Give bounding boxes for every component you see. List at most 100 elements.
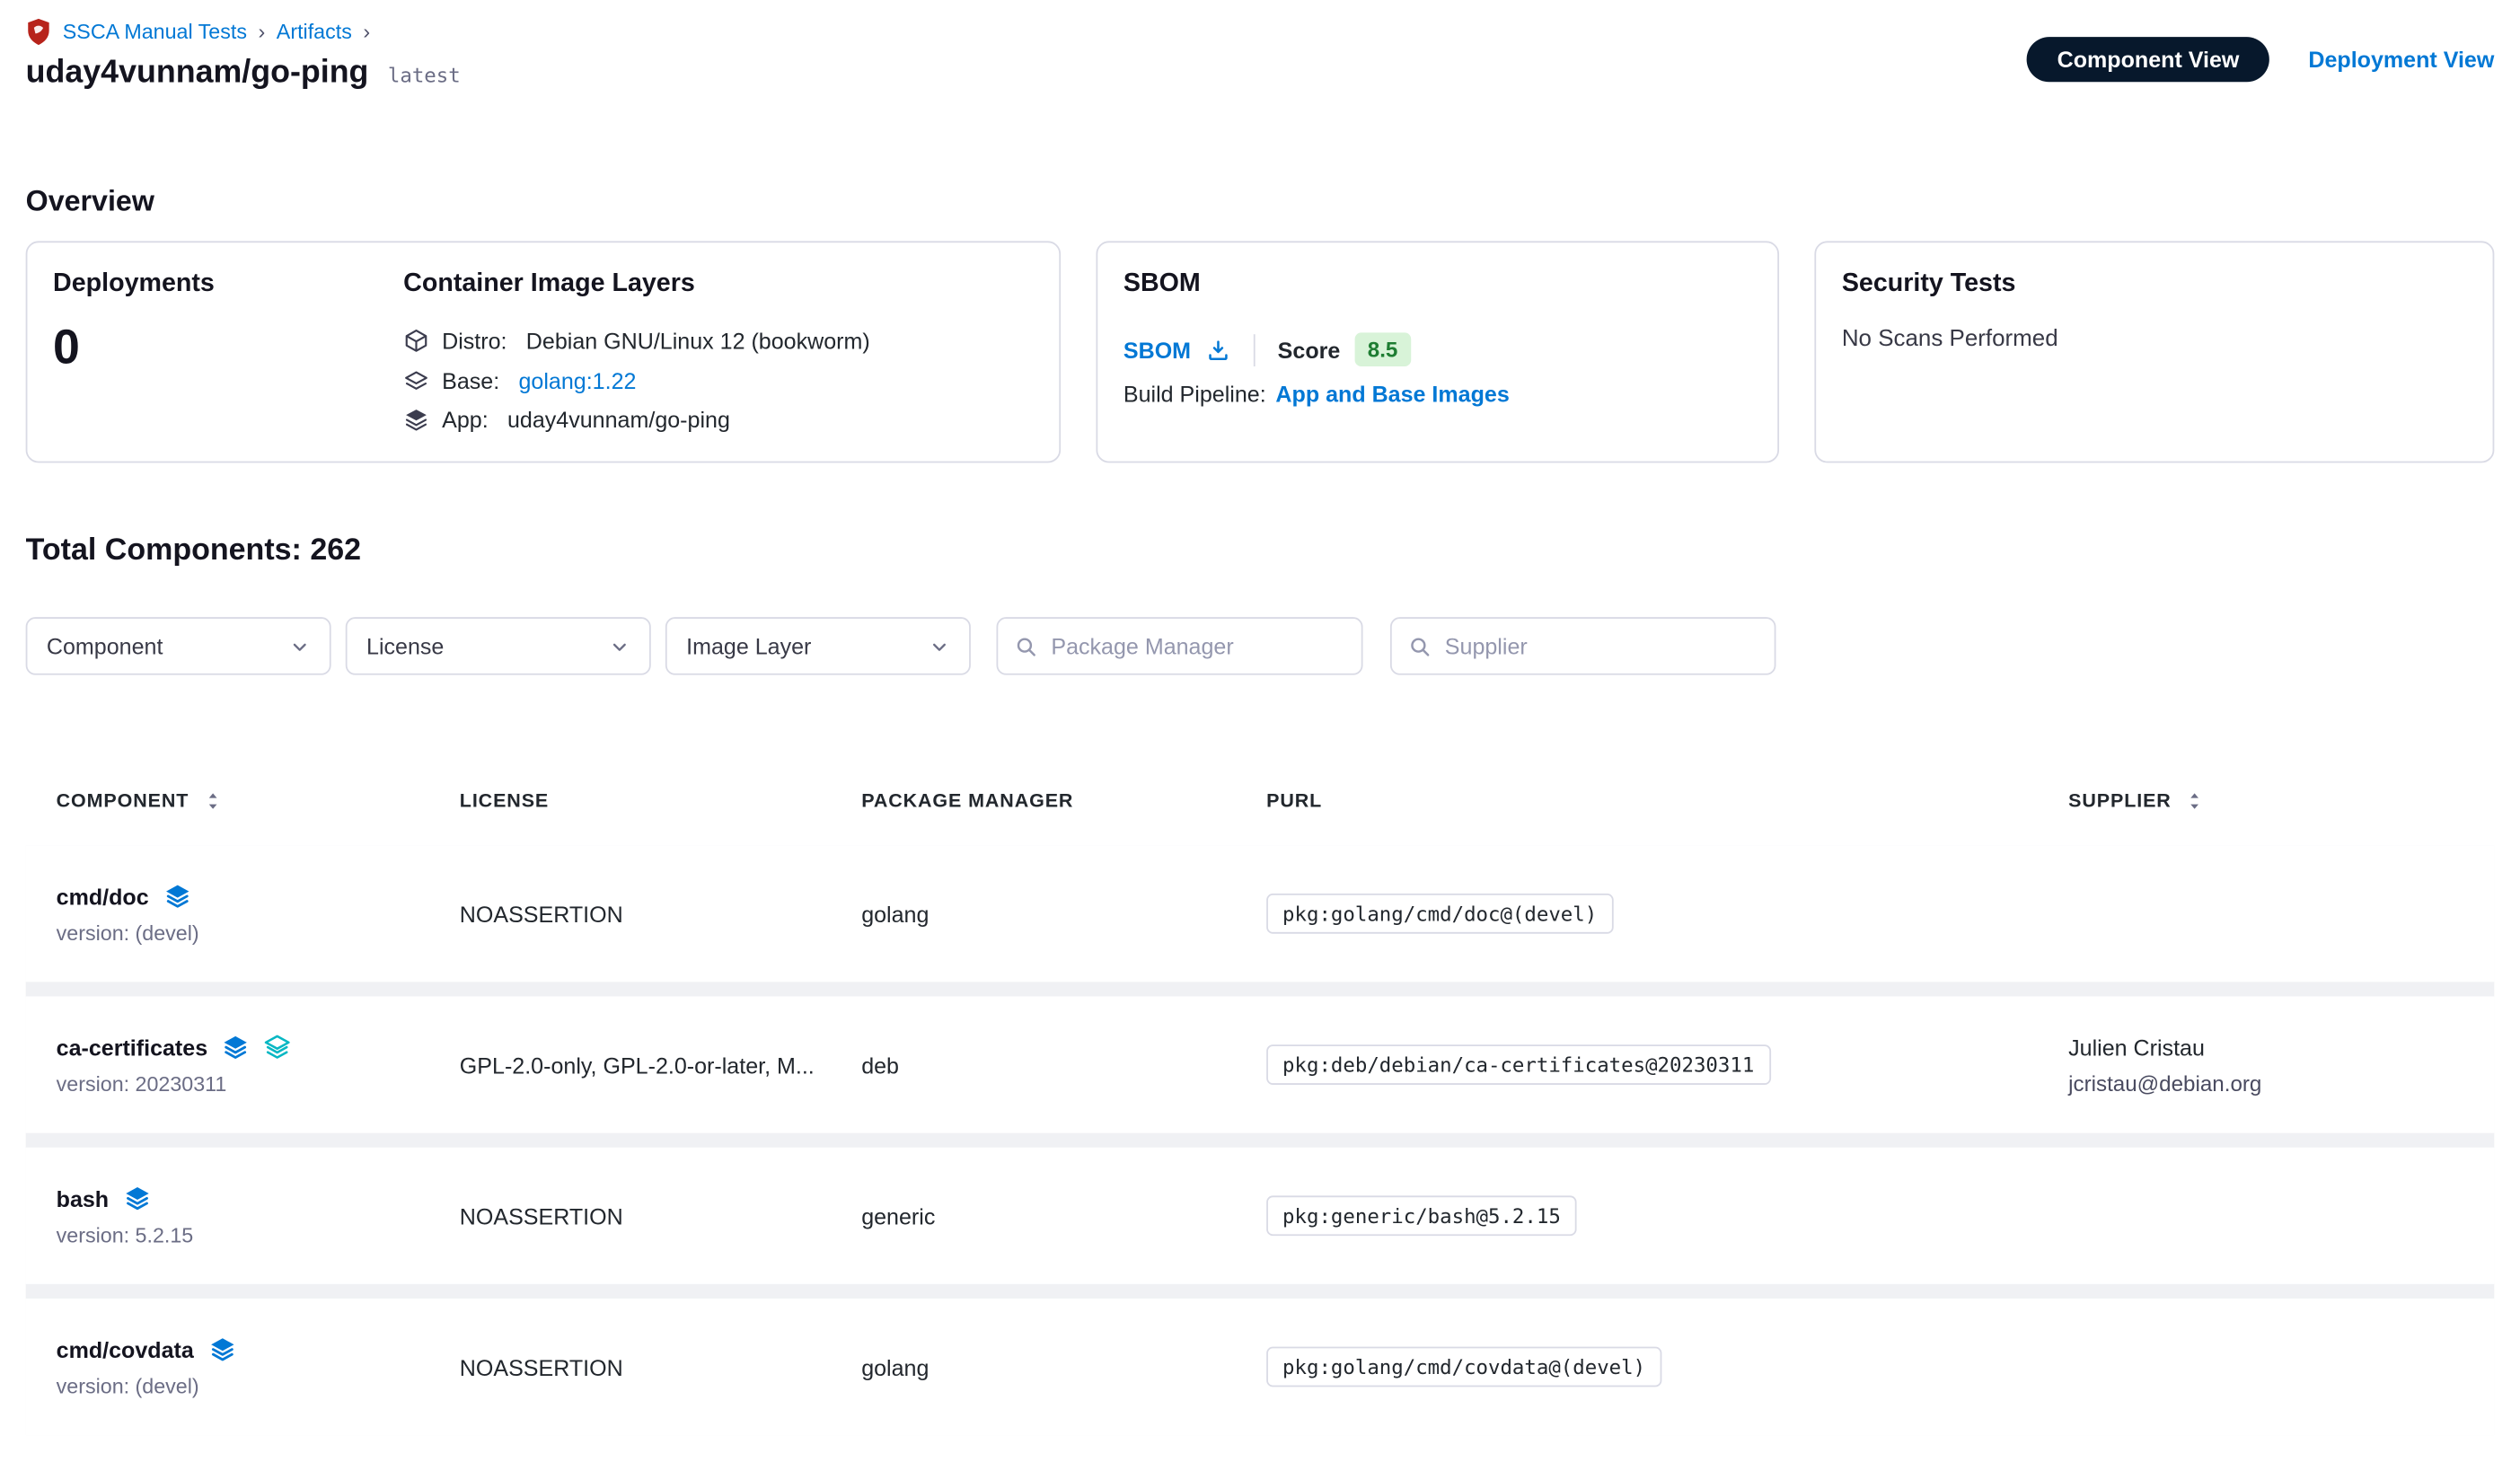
main-content: Overview Deployments 0 Container Image L…	[0, 185, 2520, 1435]
sbom-card-title: SBOM	[1123, 270, 1752, 299]
layer-line-distro: Distro: Debian GNU/Linux 12 (bookworm)	[403, 321, 1033, 361]
purl-cell: pkg:generic/bash@5.2.15	[1266, 1195, 2068, 1236]
base-layers-icon	[403, 367, 429, 393]
sort-icon[interactable]	[202, 790, 223, 811]
layers-icon	[208, 1335, 235, 1362]
chevron-down-icon	[929, 636, 949, 656]
layer-list: Distro: Debian GNU/Linux 12 (bookworm) B…	[403, 321, 1033, 440]
package-manager-cell: generic	[861, 1202, 1266, 1229]
container-image-layers-title: Container Image Layers	[403, 270, 1033, 299]
table-header: COMPONENT LICENSE PACKAGE MANAGER PURL S…	[26, 765, 2495, 836]
app-layers-icon	[403, 407, 429, 433]
download-icon[interactable]	[1205, 337, 1231, 363]
component-version: version: (devel)	[57, 1374, 460, 1398]
overview-cards: Deployments 0 Container Image Layers Dis…	[26, 241, 2495, 462]
purl-chip: pkg:golang/cmd/doc@(devel)	[1266, 894, 1613, 934]
purl-cell: pkg:golang/cmd/doc@(devel)	[1266, 894, 2068, 934]
license-filter-select[interactable]: License	[346, 617, 651, 674]
component-name: bash	[57, 1185, 109, 1211]
table-row: cmd/doc version: (devel) NOASSERTION gol…	[26, 845, 2495, 982]
deployments-layers-card: Deployments 0 Container Image Layers Dis…	[26, 241, 1061, 462]
package-manager-cell: golang	[861, 901, 1266, 927]
component-cell: cmd/covdata version: (devel)	[57, 1335, 460, 1398]
column-header-package-manager: PACKAGE MANAGER	[861, 789, 1266, 812]
sort-icon[interactable]	[2184, 790, 2205, 811]
security-tests-card: Security Tests No Scans Performed	[1814, 241, 2494, 462]
distro-value: Debian GNU/Linux 12 (bookworm)	[526, 329, 870, 355]
component-version: version: (devel)	[57, 920, 460, 945]
column-header-purl: PURL	[1266, 789, 2068, 812]
security-tests-title: Security Tests	[1842, 270, 2467, 299]
purl-cell: pkg:deb/debian/ca-certificates@20230311	[1266, 1044, 2068, 1085]
package-manager-search[interactable]	[997, 617, 1363, 674]
component-cell: bash version: 5.2.15	[57, 1185, 460, 1247]
view-toggle: Component View Deployment View	[2027, 37, 2495, 82]
layers-icon	[222, 1034, 249, 1061]
sbom-download-link[interactable]: SBOM	[1123, 337, 1191, 363]
image-layer-filter-select[interactable]: Image Layer	[665, 617, 971, 674]
purl-cell: pkg:golang/cmd/covdata@(devel)	[1266, 1347, 2068, 1387]
build-pipeline-label: Build Pipeline:	[1123, 381, 1266, 407]
title-row: uday4vunnam/go-ping latest	[26, 55, 461, 92]
layers-icon	[163, 882, 190, 909]
breadcrumb: SSCA Manual Tests › Artifacts ›	[26, 16, 461, 45]
distro-cube-icon	[403, 329, 429, 355]
deployments-title: Deployments	[53, 270, 403, 299]
license-cell: NOASSERTION	[460, 901, 861, 927]
component-view-button[interactable]: Component View	[2027, 37, 2270, 82]
supplier-search[interactable]	[1390, 617, 1775, 674]
component-version: version: 5.2.15	[57, 1223, 460, 1247]
total-components-heading: Total Components: 262	[26, 533, 2495, 568]
license-cell: NOASSERTION	[460, 1202, 861, 1229]
layers-icon	[123, 1185, 150, 1211]
component-name: cmd/doc	[57, 883, 149, 909]
chevron-down-icon	[289, 636, 310, 656]
filters-bar: Component License Image Layer	[26, 617, 2495, 674]
base-image-link[interactable]: golang:1.22	[518, 367, 636, 393]
breadcrumb-separator: ›	[363, 19, 370, 43]
purl-chip: pkg:deb/debian/ca-certificates@20230311	[1266, 1044, 1770, 1085]
base-label: Base:	[442, 367, 506, 393]
column-header-supplier[interactable]: SUPPLIER	[2068, 789, 2463, 812]
layers-icon	[264, 1034, 291, 1061]
security-tests-empty-text: No Scans Performed	[1842, 326, 2467, 352]
component-version: version: 20230311	[57, 1072, 460, 1096]
column-header-license: LICENSE	[460, 789, 861, 812]
vertical-divider	[1254, 333, 1256, 366]
overview-heading: Overview	[26, 185, 2495, 219]
table-row: cmd/covdata version: (devel) NOASSERTION…	[26, 1299, 2495, 1435]
top-bar: SSCA Manual Tests › Artifacts › uday4vun…	[0, 0, 2520, 110]
artifact-tag: latest	[388, 63, 461, 87]
deployment-view-link[interactable]: Deployment View	[2308, 47, 2494, 73]
chevron-down-icon	[609, 636, 630, 656]
table-row: ca-certificates version: 20230311 GPL-2.…	[26, 997, 2495, 1133]
component-cell: cmd/doc version: (devel)	[57, 882, 460, 945]
purl-chip: pkg:generic/bash@5.2.15	[1266, 1195, 1577, 1236]
component-name: ca-certificates	[57, 1035, 208, 1061]
search-icon	[1014, 634, 1038, 658]
deployments-count: 0	[53, 321, 403, 376]
breadcrumb-link-project[interactable]: SSCA Manual Tests	[63, 19, 247, 43]
column-header-component[interactable]: COMPONENT	[57, 789, 460, 812]
component-filter-select[interactable]: Component	[26, 617, 331, 674]
top-bar-left: SSCA Manual Tests › Artifacts › uday4vun…	[26, 16, 461, 92]
build-pipeline-link[interactable]: App and Base Images	[1275, 381, 1509, 407]
purl-chip: pkg:golang/cmd/covdata@(devel)	[1266, 1347, 1661, 1387]
supplier-email: jcristau@debian.org	[2068, 1071, 2463, 1096]
supplier-search-input[interactable]	[1445, 633, 1758, 659]
supplier-name: Julien Cristau	[2068, 1035, 2463, 1061]
sbom-card: SBOM SBOM Score 8.5 Build Pipeline: App …	[1096, 241, 1779, 462]
breadcrumb-link-artifacts[interactable]: Artifacts	[277, 19, 352, 43]
build-pipeline-row: Build Pipeline: App and Base Images	[1123, 381, 1752, 407]
distro-label: Distro:	[442, 329, 513, 355]
breadcrumb-separator: ›	[259, 19, 266, 43]
package-manager-search-input[interactable]	[1051, 633, 1344, 659]
search-icon	[1408, 634, 1432, 658]
container-image-layers-section: Container Image Layers Distro: Debian GN…	[403, 270, 1033, 435]
package-manager-cell: golang	[861, 1354, 1266, 1380]
supplier-cell: Julien Cristau jcristau@debian.org	[2068, 1035, 2463, 1096]
page-root: SSCA Manual Tests › Artifacts › uday4vun…	[0, 0, 2520, 1462]
license-cell: NOASSERTION	[460, 1354, 861, 1380]
layer-line-app: App: uday4vunnam/go-ping	[403, 401, 1033, 440]
shield-logo-icon	[26, 17, 52, 44]
